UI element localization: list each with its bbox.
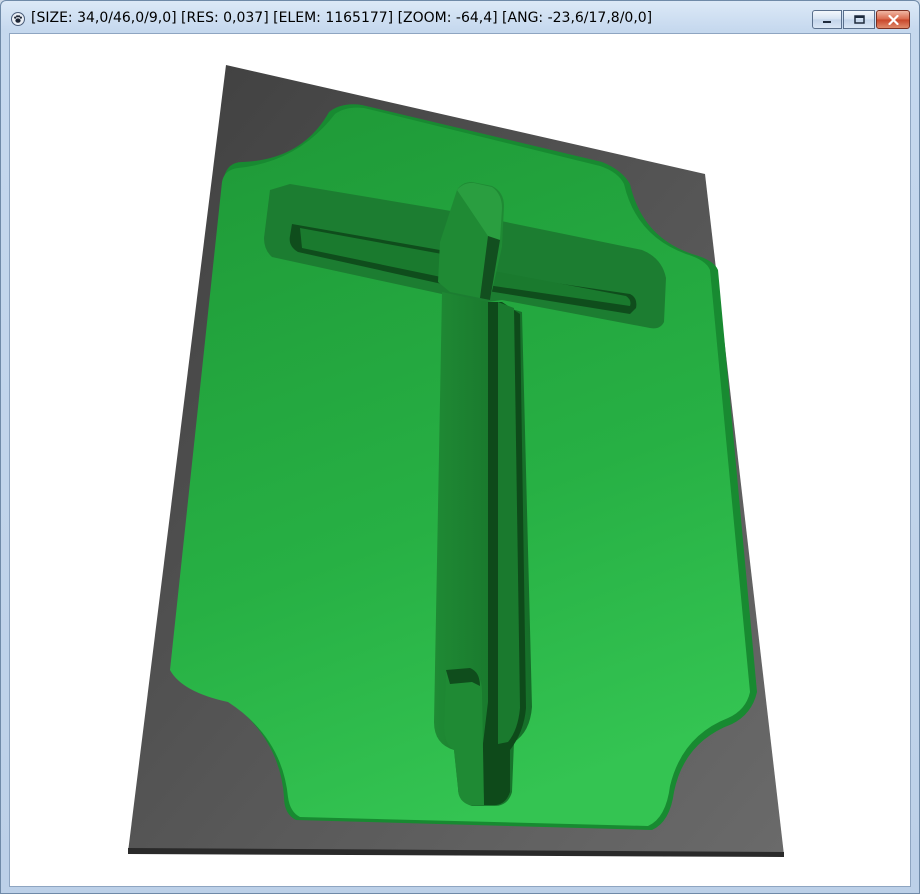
app-window: [SIZE: 34,0/46,0/9,0] [RES: 0,037] [ELEM…	[0, 0, 920, 894]
3d-model-render[interactable]	[9, 33, 911, 887]
close-icon	[887, 14, 899, 25]
minimize-button[interactable]	[812, 10, 842, 29]
minimize-icon	[823, 20, 831, 23]
maximize-icon	[853, 15, 865, 24]
close-button[interactable]	[876, 10, 910, 29]
title-bar[interactable]: [SIZE: 34,0/46,0/9,0] [RES: 0,037] [ELEM…	[1, 1, 919, 33]
maximize-button[interactable]	[843, 10, 875, 29]
render-viewport[interactable]	[9, 33, 911, 887]
window-title: [SIZE: 34,0/46,0/9,0] [RES: 0,037] [ELEM…	[31, 10, 653, 26]
paw-icon	[11, 12, 25, 26]
